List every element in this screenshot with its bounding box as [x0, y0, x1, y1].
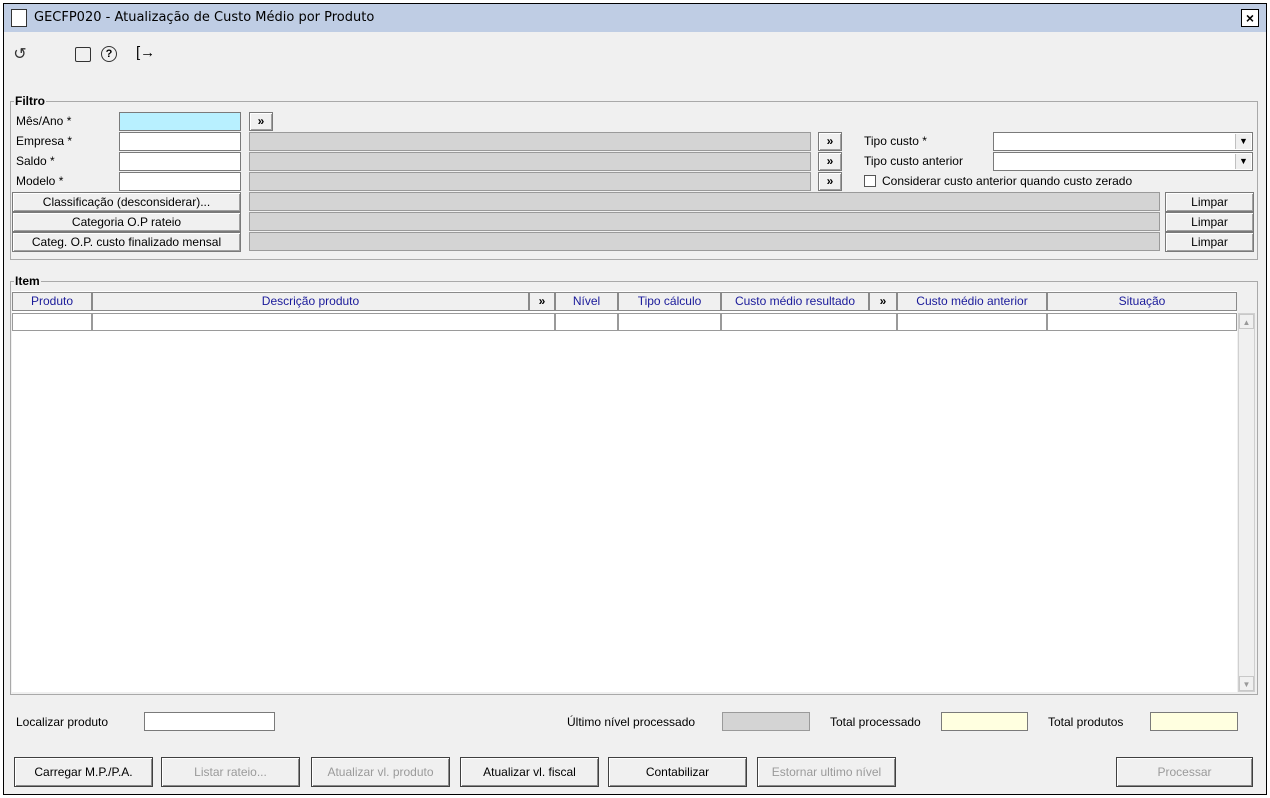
col-tipo-calculo[interactable]: Tipo cálculo: [618, 292, 721, 311]
col-custo-anterior[interactable]: Custo médio anterior: [897, 292, 1047, 311]
tipo-custo-label: Tipo custo *: [864, 134, 927, 148]
cell-custo-anterior[interactable]: [897, 313, 1047, 331]
scroll-down-icon[interactable]: ▼: [1239, 676, 1254, 691]
cell-tipo-calculo[interactable]: [618, 313, 721, 331]
limpar-categ-mensal-button[interactable]: Limpar: [1165, 232, 1254, 252]
localizar-label: Localizar produto: [16, 715, 109, 729]
atualizar-produto-button[interactable]: Atualizar vl. produto: [311, 757, 450, 787]
mes-ano-label: Mês/Ano *: [16, 114, 72, 128]
tipo-custo-anterior-label: Tipo custo anterior: [864, 154, 963, 168]
modelo-label: Modelo *: [16, 174, 64, 188]
mes-ano-more-button[interactable]: »: [249, 112, 273, 131]
total-processado-label: Total processado: [830, 715, 921, 729]
ultimo-nivel-label: Último nível processado: [567, 715, 696, 729]
cell-situacao[interactable]: [1047, 313, 1237, 331]
col-descricao[interactable]: Descrição produto: [92, 292, 529, 311]
chevron-down-icon[interactable]: ▼: [1235, 154, 1251, 169]
empresa-label: Empresa *: [16, 134, 73, 148]
filtro-legend: Filtro: [14, 94, 46, 108]
col-produto[interactable]: Produto: [12, 292, 92, 311]
tipo-custo-select[interactable]: ▼: [993, 132, 1253, 151]
categoria-field: [249, 212, 1160, 231]
carregar-button[interactable]: Carregar M.P./P.A.: [14, 757, 153, 787]
col-custo-more-button[interactable]: »: [869, 292, 897, 311]
classificacao-button[interactable]: Classificação (desconsiderar)...: [12, 192, 241, 212]
calendar-icon[interactable]: [75, 47, 91, 62]
total-processado-field: [941, 712, 1028, 731]
localizar-input[interactable]: [144, 712, 275, 731]
exit-icon[interactable]: [→: [136, 44, 155, 61]
mes-ano-input[interactable]: [119, 112, 241, 131]
empresa-input[interactable]: [119, 132, 241, 151]
saldo-input[interactable]: [119, 152, 241, 171]
empresa-more-button[interactable]: »: [818, 132, 842, 151]
classificacao-field: [249, 192, 1160, 211]
chevron-down-icon[interactable]: ▼: [1235, 134, 1251, 149]
total-produtos-field: [1150, 712, 1238, 731]
col-custo-resultado[interactable]: Custo médio resultado: [721, 292, 869, 311]
limpar-classificacao-button[interactable]: Limpar: [1165, 192, 1254, 212]
saldo-label: Saldo *: [16, 154, 55, 168]
tipo-custo-anterior-select[interactable]: ▼: [993, 152, 1253, 171]
empresa-desc-field: [249, 132, 811, 151]
categ-mensal-button[interactable]: Categ. O.P. custo finalizado mensal: [12, 232, 241, 252]
modelo-desc-field: [249, 172, 811, 191]
help-icon[interactable]: ?: [101, 46, 117, 62]
scroll-up-icon[interactable]: ▲: [1239, 314, 1254, 329]
considerar-label: Considerar custo anterior quando custo z…: [882, 174, 1133, 188]
cell-produto[interactable]: [12, 313, 92, 331]
col-descricao-more-button[interactable]: »: [529, 292, 555, 311]
undo-icon[interactable]: ↺: [10, 45, 30, 65]
cell-descricao[interactable]: [92, 313, 555, 331]
contabilizar-button[interactable]: Contabilizar: [608, 757, 747, 787]
item-grid[interactable]: [12, 291, 1237, 692]
total-produtos-label: Total produtos: [1048, 715, 1124, 729]
cell-nivel[interactable]: [555, 313, 618, 331]
col-nivel[interactable]: Nível: [555, 292, 618, 311]
grid-scrollbar[interactable]: [1238, 313, 1255, 692]
categoria-button[interactable]: Categoria O.P rateio: [12, 212, 241, 232]
saldo-more-button[interactable]: »: [818, 152, 842, 171]
ultimo-nivel-field: [722, 712, 810, 731]
processar-button[interactable]: Processar: [1116, 757, 1253, 787]
col-situacao[interactable]: Situação: [1047, 292, 1237, 311]
limpar-categoria-button[interactable]: Limpar: [1165, 212, 1254, 232]
atualizar-fiscal-button[interactable]: Atualizar vl. fiscal: [460, 757, 599, 787]
modelo-input[interactable]: [119, 172, 241, 191]
estornar-button[interactable]: Estornar ultimo nível: [757, 757, 896, 787]
app-icon: [11, 9, 27, 27]
item-legend: Item: [14, 274, 41, 288]
cell-custo-resultado[interactable]: [721, 313, 897, 331]
modelo-more-button[interactable]: »: [818, 172, 842, 191]
categ-mensal-field: [249, 232, 1160, 251]
listar-rateio-button[interactable]: Listar rateio...: [161, 757, 300, 787]
considerar-checkbox[interactable]: [864, 175, 876, 187]
window-title: GECFP020 - Atualização de Custo Médio po…: [34, 10, 375, 25]
saldo-desc-field: [249, 152, 811, 171]
close-button[interactable]: ×: [1241, 9, 1259, 27]
